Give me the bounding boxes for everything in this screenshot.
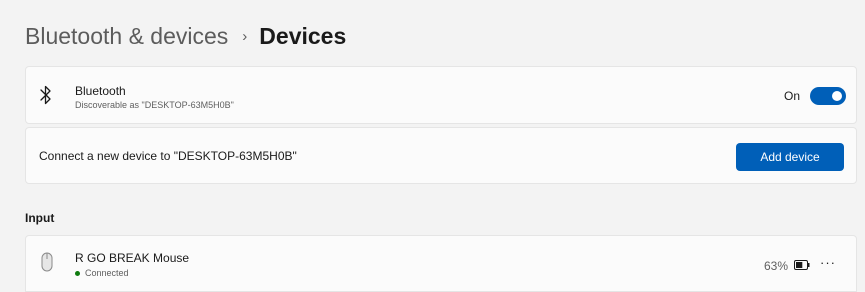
battery-icon [794, 260, 810, 270]
add-device-text: Connect a new device to "DESKTOP-63M5H0B… [39, 149, 297, 163]
battery-percentage: 63% [764, 259, 789, 273]
settings-page: Bluetooth & devices › Devices Bluetooth … [0, 0, 865, 292]
breadcrumb-separator-icon: › [242, 27, 248, 45]
add-device-card: Connect a new device to "DESKTOP-63M5H0B… [25, 127, 857, 184]
bluetooth-toggle[interactable] [810, 87, 846, 105]
toggle-knob [832, 91, 842, 101]
bluetooth-subtitle: Discoverable as "DESKTOP-63M5H0B" [75, 100, 234, 110]
device-status: Connected [75, 268, 129, 278]
bluetooth-toggle-label: On [784, 89, 801, 103]
input-section-title: Input [25, 211, 55, 225]
breadcrumb: Bluetooth & devices › Devices [25, 20, 346, 52]
more-options-button[interactable]: ··· [816, 250, 840, 274]
device-status-text: Connected [85, 268, 129, 278]
bluetooth-icon [40, 85, 51, 105]
page-title: Devices [259, 22, 347, 49]
breadcrumb-parent[interactable]: Bluetooth & devices [25, 23, 228, 50]
bluetooth-title: Bluetooth [75, 84, 126, 98]
mouse-icon [41, 252, 53, 272]
device-row[interactable]: R GO BREAK Mouse Connected 63% ··· [25, 235, 857, 292]
bluetooth-card: Bluetooth Discoverable as "DESKTOP-63M5H… [25, 66, 857, 124]
device-name: R GO BREAK Mouse [75, 251, 190, 265]
status-dot-icon [75, 270, 80, 276]
add-device-button[interactable]: Add device [736, 143, 844, 171]
